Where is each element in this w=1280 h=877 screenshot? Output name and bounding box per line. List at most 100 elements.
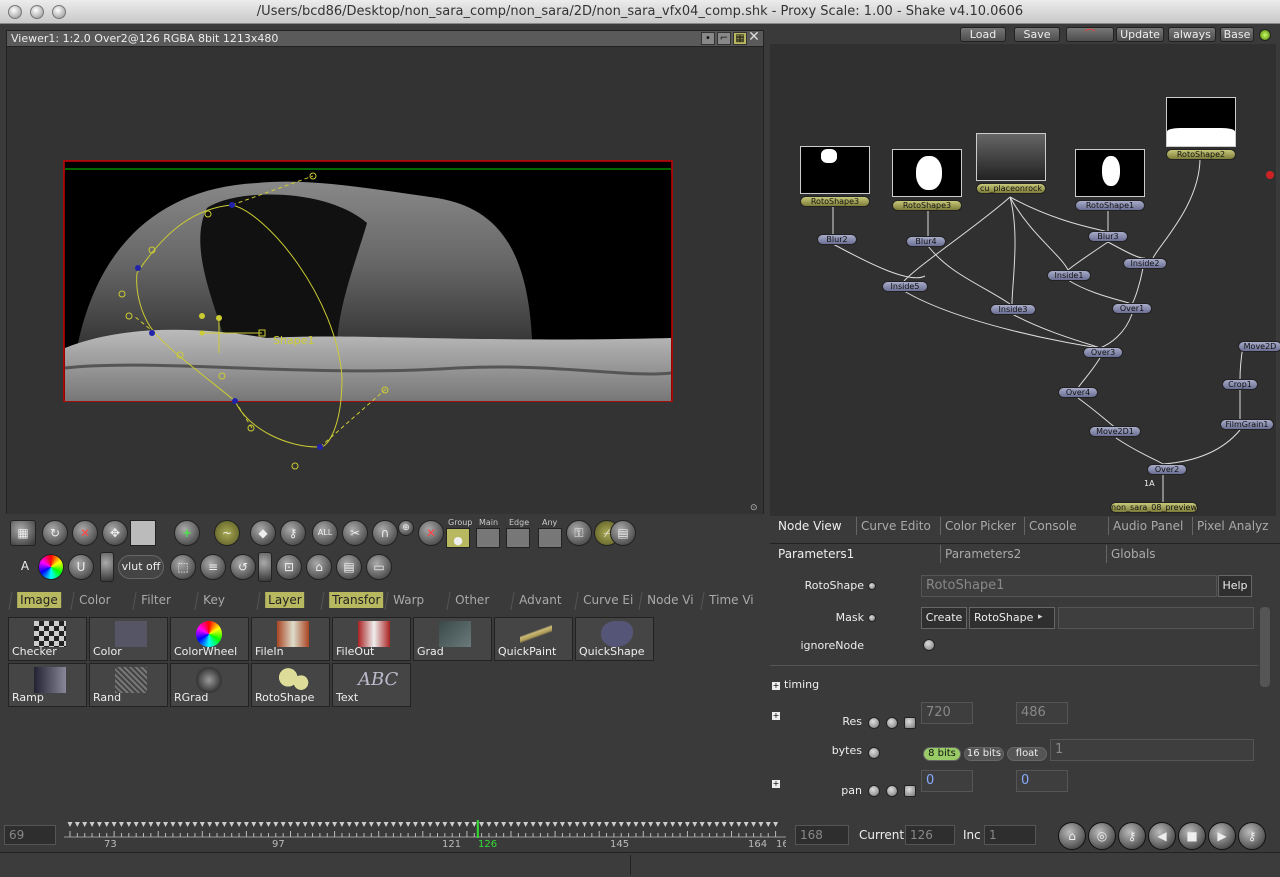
node-rotoshape3b[interactable]: RotoShape3 [892, 200, 962, 211]
target-icon[interactable]: ⊕ [398, 520, 414, 536]
keyframe-marker[interactable] [317, 822, 323, 827]
node-move2d1[interactable]: Move2D1 [1089, 426, 1141, 437]
keyframe-marker[interactable] [361, 822, 367, 827]
keyframe-marker[interactable] [545, 822, 551, 827]
keyframe-marker[interactable] [486, 822, 492, 827]
node-over1[interactable]: Over1 [1112, 303, 1152, 314]
keyframe-marker[interactable] [508, 822, 514, 827]
node-inside5[interactable]: Inside5 [882, 281, 928, 292]
close-window-button[interactable] [8, 5, 22, 19]
keyframe-marker[interactable] [743, 822, 749, 827]
delete-icon[interactable]: ✕ [418, 520, 444, 546]
keyframe-marker[interactable] [368, 822, 374, 827]
tool-fileout[interactable]: FileOut [332, 617, 411, 661]
keyframe-marker[interactable] [523, 822, 529, 827]
next-key-icon[interactable]: ⚷ [1238, 822, 1266, 850]
spline-icon[interactable]: ~ [214, 520, 240, 546]
keyframe-marker[interactable] [442, 822, 448, 827]
keyframe-marker[interactable] [618, 822, 624, 827]
tool-tab-image[interactable]: Image [8, 592, 72, 610]
tool-rgrad[interactable]: RGrad [170, 663, 249, 707]
bytes-8bit-button[interactable]: 8 bits [923, 747, 961, 761]
rotoshape-expand-icon[interactable] [868, 582, 876, 590]
select-all-icon[interactable]: ALL [312, 520, 338, 546]
tool-text[interactable]: ABC Text [332, 663, 411, 707]
node-crop1[interactable]: Crop1 [1222, 379, 1258, 390]
node-blur4[interactable]: Blur4 [906, 236, 946, 247]
res-link-icon[interactable] [886, 717, 898, 729]
keyframe-marker[interactable] [126, 822, 132, 827]
keyframe-marker[interactable] [280, 822, 286, 827]
keyframe-marker[interactable] [471, 822, 477, 827]
tool-tab-curve-ei[interactable]: Curve Ei [574, 592, 638, 610]
keyframe-marker[interactable] [74, 822, 80, 827]
keyframe-marker[interactable] [479, 822, 485, 827]
minimize-window-button[interactable] [30, 5, 44, 19]
keyframe-marker[interactable] [170, 822, 176, 827]
keyframe-marker[interactable] [258, 822, 264, 827]
keyframe-marker[interactable] [398, 822, 404, 827]
keyframe-marker[interactable] [405, 822, 411, 827]
tool-tab-advant[interactable]: Advant [510, 592, 574, 610]
keyframe-marker[interactable] [199, 822, 205, 827]
delete-key-icon[interactable]: ✕ [72, 520, 98, 546]
keyframe-marker[interactable] [721, 822, 727, 827]
keyframe-marker[interactable] [310, 822, 316, 827]
node-over2[interactable]: Over2 [1147, 464, 1187, 475]
main-mode-icon[interactable] [476, 528, 500, 548]
param-tab-parameters1[interactable]: Parameters1 [774, 545, 854, 563]
keyframe-marker[interactable] [82, 822, 88, 827]
keyframe-marker[interactable] [324, 822, 330, 827]
keyframe-marker[interactable] [464, 822, 470, 827]
keyframe-marker[interactable] [493, 822, 499, 827]
pan-x-field[interactable]: 0 [921, 770, 973, 792]
res-width-field[interactable]: 720 [921, 702, 973, 724]
keyframe-marker[interactable] [758, 822, 764, 827]
monitor-icon[interactable]: ▭ [366, 554, 392, 580]
keyframe-marker[interactable] [192, 822, 198, 827]
keyframe-marker[interactable] [221, 822, 227, 827]
timeline-end-field[interactable]: 168 [795, 825, 849, 845]
keyframe-marker[interactable] [89, 822, 95, 827]
inc-field[interactable]: 1 [984, 825, 1036, 845]
tool-grad[interactable]: Grad [413, 617, 492, 661]
keyframe-marker[interactable] [141, 822, 146, 827]
rotoshape-name-field[interactable]: RotoShape1 [921, 575, 1217, 597]
home-icon[interactable]: ⌂ [306, 554, 332, 580]
keyframe-marker[interactable] [765, 822, 771, 827]
keyframe-marker[interactable] [111, 822, 117, 827]
mask-expand-icon[interactable] [868, 614, 876, 622]
ignore-node-toggle[interactable] [923, 639, 935, 651]
res-lock-icon[interactable] [904, 717, 916, 729]
keyframe-marker[interactable] [457, 822, 463, 827]
tool-colorwheel[interactable]: ColorWheel [170, 617, 249, 661]
play-forward-icon[interactable]: ▶ [1208, 822, 1236, 850]
tool-tab-key[interactable]: Key [194, 592, 258, 610]
keyframe-marker[interactable] [118, 822, 124, 827]
node-preview[interactable]: non_sara_08_preview [1110, 502, 1198, 513]
pan-lock-icon[interactable] [904, 785, 916, 797]
color-channels-icon[interactable] [38, 554, 64, 580]
tool-tab-time-vi[interactable]: Time Vi [700, 592, 764, 610]
vlut-button[interactable]: vlut off [118, 555, 164, 579]
viewer-grid-icon[interactable]: ▦ [733, 32, 747, 45]
node-blur3[interactable]: Blur3 [1088, 231, 1128, 242]
keyframe-marker[interactable] [692, 822, 698, 827]
bytes-clock-icon[interactable] [868, 747, 880, 759]
keyframe-marker[interactable] [185, 822, 191, 827]
node-rotoshape3[interactable]: RotoShape3 [800, 196, 870, 207]
keyframe-marker[interactable] [736, 822, 742, 827]
save-button[interactable]: Save [1014, 27, 1060, 42]
keyframe-marker[interactable] [376, 822, 382, 827]
footage-thumbnail[interactable] [976, 133, 1046, 181]
shape-label[interactable]: Shape1 [273, 334, 314, 347]
tool-tab-other[interactable]: Other [446, 592, 510, 610]
keyframe-marker[interactable] [420, 822, 426, 827]
view-tab-console[interactable]: Console [1024, 517, 1077, 535]
node-inside3[interactable]: Inside3 [990, 304, 1036, 315]
keyframe-marker[interactable] [435, 822, 440, 827]
res-height-field[interactable]: 486 [1016, 702, 1068, 724]
tool-checker[interactable]: Checker [8, 617, 87, 661]
curve-edit-icon[interactable]: ↻ [42, 520, 68, 546]
bytes-16bit-button[interactable]: 16 bits [964, 747, 1004, 761]
